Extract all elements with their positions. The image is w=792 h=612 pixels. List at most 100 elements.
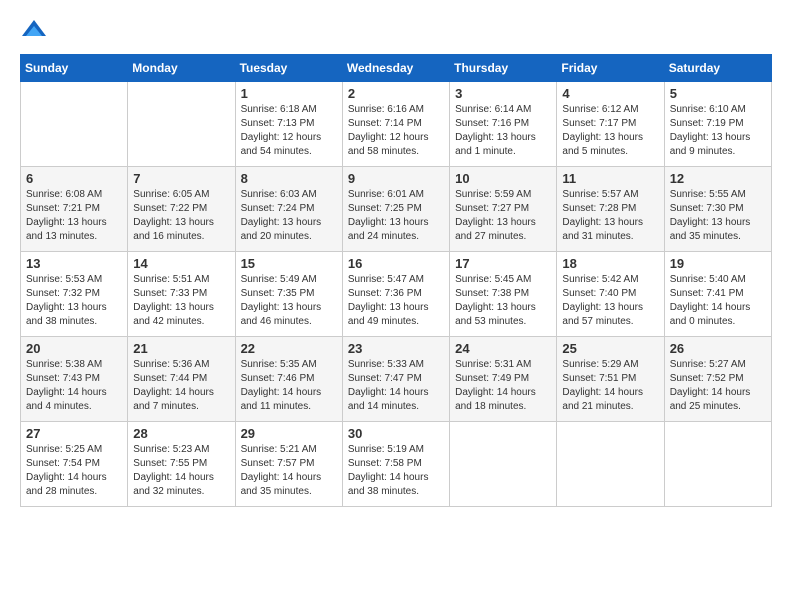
calendar-cell: 2Sunrise: 6:16 AM Sunset: 7:14 PM Daylig… [342,82,449,167]
day-info: Sunrise: 5:59 AM Sunset: 7:27 PM Dayligh… [455,188,551,244]
day-info: Sunrise: 6:14 AM Sunset: 7:16 PM Dayligh… [455,103,551,159]
day-number: 5 [670,86,766,101]
day-number: 23 [348,341,444,356]
calendar-week-row: 1 Sunrise: 6:18 AM Sunset: 7:13 PM Daylig… [21,82,772,167]
weekday-header: Friday [557,55,664,82]
calendar-cell: 13 Sunrise: 5:53 AM Sunset: 7:32 PM Dayli… [21,252,128,337]
calendar-cell: 17 Sunrise: 5:45 AM Sunset: 7:38 PM Dayli… [450,252,557,337]
day-info: Sunrise: 5:25 AM Sunset: 7:54 PM Dayligh… [26,443,122,499]
day-number: 10 [455,171,551,186]
day-number: 9 [348,171,444,186]
day-number: 19 [670,256,766,271]
day-info: Sunrise: 5:42 AM Sunset: 7:40 PM Dayligh… [562,273,658,329]
calendar-week-row: 6 Sunrise: 6:08 AM Sunset: 7:21 PM Daylig… [21,167,772,252]
calendar-cell: 5 Sunrise: 6:10 AM Sunset: 7:19 PM Daylig… [664,82,771,167]
weekday-header: Thursday [450,55,557,82]
day-number: 21 [133,341,229,356]
calendar-cell: 15 Sunrise: 5:49 AM Sunset: 7:35 PM Dayli… [235,252,342,337]
weekday-header: Monday [128,55,235,82]
day-info: Sunrise: 5:57 AM Sunset: 7:28 PM Dayligh… [562,188,658,244]
calendar-cell [21,82,128,167]
day-number: 4 [562,86,658,101]
day-info: Sunrise: 5:36 AM Sunset: 7:44 PM Dayligh… [133,358,229,414]
day-info: Sunrise: 5:29 AM Sunset: 7:51 PM Dayligh… [562,358,658,414]
calendar-cell: 25 Sunrise: 5:29 AM Sunset: 7:51 PM Dayli… [557,337,664,422]
day-info: Sunrise: 5:53 AM Sunset: 7:32 PM Dayligh… [26,273,122,329]
calendar-cell [450,422,557,507]
day-info: Sunrise: 5:27 AM Sunset: 7:52 PM Dayligh… [670,358,766,414]
day-number: 3 [455,86,551,101]
calendar-cell [664,422,771,507]
calendar-week-row: 20 Sunrise: 5:38 AM Sunset: 7:43 PM Dayli… [21,337,772,422]
calendar-table: SundayMondayTuesdayWednesdayThursdayFrid… [20,54,772,507]
calendar-cell: 24 Sunrise: 5:31 AM Sunset: 7:49 PM Dayli… [450,337,557,422]
calendar-cell [128,82,235,167]
calendar-cell: 20 Sunrise: 5:38 AM Sunset: 7:43 PM Dayli… [21,337,128,422]
calendar-cell: 9 Sunrise: 6:01 AM Sunset: 7:25 PM Daylig… [342,167,449,252]
weekday-header: Saturday [664,55,771,82]
calendar-cell: 12Sunrise: 5:55 AM Sunset: 7:30 PM Dayli… [664,167,771,252]
day-number: 30 [348,426,444,441]
day-number: 24 [455,341,551,356]
day-info: Sunrise: 6:12 AM Sunset: 7:17 PM Dayligh… [562,103,658,159]
day-number: 29 [241,426,337,441]
day-number: 25 [562,341,658,356]
day-info: Sunrise: 6:18 AM Sunset: 7:13 PM Dayligh… [241,103,337,159]
calendar-cell: 3 Sunrise: 6:14 AM Sunset: 7:16 PM Daylig… [450,82,557,167]
day-number: 15 [241,256,337,271]
day-info: Sunrise: 5:38 AM Sunset: 7:43 PM Dayligh… [26,358,122,414]
day-number: 6 [26,171,122,186]
day-info: Sunrise: 5:45 AM Sunset: 7:38 PM Dayligh… [455,273,551,329]
day-info: Sunrise: 5:19 AM Sunset: 7:58 PM Dayligh… [348,443,444,499]
day-number: 26 [670,341,766,356]
day-number: 8 [241,171,337,186]
day-info: Sunrise: 5:23 AM Sunset: 7:55 PM Dayligh… [133,443,229,499]
day-info: Sunrise: 5:21 AM Sunset: 7:57 PM Dayligh… [241,443,337,499]
calendar-cell: 21 Sunrise: 5:36 AM Sunset: 7:44 PM Dayli… [128,337,235,422]
calendar-cell: 23 Sunrise: 5:33 AM Sunset: 7:47 PM Dayli… [342,337,449,422]
day-info: Sunrise: 5:33 AM Sunset: 7:47 PM Dayligh… [348,358,444,414]
day-info: Sunrise: 5:51 AM Sunset: 7:33 PM Dayligh… [133,273,229,329]
day-info: Sunrise: 5:49 AM Sunset: 7:35 PM Dayligh… [241,273,337,329]
day-info: Sunrise: 6:08 AM Sunset: 7:21 PM Dayligh… [26,188,122,244]
calendar-cell: 7 Sunrise: 6:05 AM Sunset: 7:22 PM Daylig… [128,167,235,252]
logo [20,16,52,44]
calendar-week-row: 13 Sunrise: 5:53 AM Sunset: 7:32 PM Dayli… [21,252,772,337]
day-number: 11 [562,171,658,186]
day-info: Sunrise: 5:31 AM Sunset: 7:49 PM Dayligh… [455,358,551,414]
page-header [20,16,772,44]
day-info: Sunrise: 6:05 AM Sunset: 7:22 PM Dayligh… [133,188,229,244]
calendar-cell [557,422,664,507]
day-info: Sunrise: 6:03 AM Sunset: 7:24 PM Dayligh… [241,188,337,244]
calendar-cell: 8 Sunrise: 6:03 AM Sunset: 7:24 PM Daylig… [235,167,342,252]
day-number: 7 [133,171,229,186]
calendar-cell: 4 Sunrise: 6:12 AM Sunset: 7:17 PM Daylig… [557,82,664,167]
calendar-cell: 28 Sunrise: 5:23 AM Sunset: 7:55 PM Dayli… [128,422,235,507]
calendar-cell: 30 Sunrise: 5:19 AM Sunset: 7:58 PM Dayli… [342,422,449,507]
calendar-cell: 10 Sunrise: 5:59 AM Sunset: 7:27 PM Dayli… [450,167,557,252]
day-number: 13 [26,256,122,271]
logo-icon [20,16,48,44]
calendar-cell: 19Sunrise: 5:40 AM Sunset: 7:41 PM Dayli… [664,252,771,337]
day-number: 22 [241,341,337,356]
day-number: 17 [455,256,551,271]
calendar-cell: 6 Sunrise: 6:08 AM Sunset: 7:21 PM Daylig… [21,167,128,252]
calendar-cell: 27 Sunrise: 5:25 AM Sunset: 7:54 PM Dayli… [21,422,128,507]
calendar-cell: 14Sunrise: 5:51 AM Sunset: 7:33 PM Dayli… [128,252,235,337]
day-number: 2 [348,86,444,101]
weekday-header: Tuesday [235,55,342,82]
day-number: 20 [26,341,122,356]
calendar-cell: 18Sunrise: 5:42 AM Sunset: 7:40 PM Dayli… [557,252,664,337]
day-number: 28 [133,426,229,441]
calendar-cell: 29 Sunrise: 5:21 AM Sunset: 7:57 PM Dayli… [235,422,342,507]
day-info: Sunrise: 6:01 AM Sunset: 7:25 PM Dayligh… [348,188,444,244]
day-number: 1 [241,86,337,101]
day-number: 16 [348,256,444,271]
weekday-header-row: SundayMondayTuesdayWednesdayThursdayFrid… [21,55,772,82]
day-number: 27 [26,426,122,441]
calendar-cell: 11 Sunrise: 5:57 AM Sunset: 7:28 PM Dayli… [557,167,664,252]
calendar-cell: 26 Sunrise: 5:27 AM Sunset: 7:52 PM Dayli… [664,337,771,422]
calendar-cell: 1 Sunrise: 6:18 AM Sunset: 7:13 PM Daylig… [235,82,342,167]
calendar-cell: 22Sunrise: 5:35 AM Sunset: 7:46 PM Dayli… [235,337,342,422]
day-info: Sunrise: 6:10 AM Sunset: 7:19 PM Dayligh… [670,103,766,159]
